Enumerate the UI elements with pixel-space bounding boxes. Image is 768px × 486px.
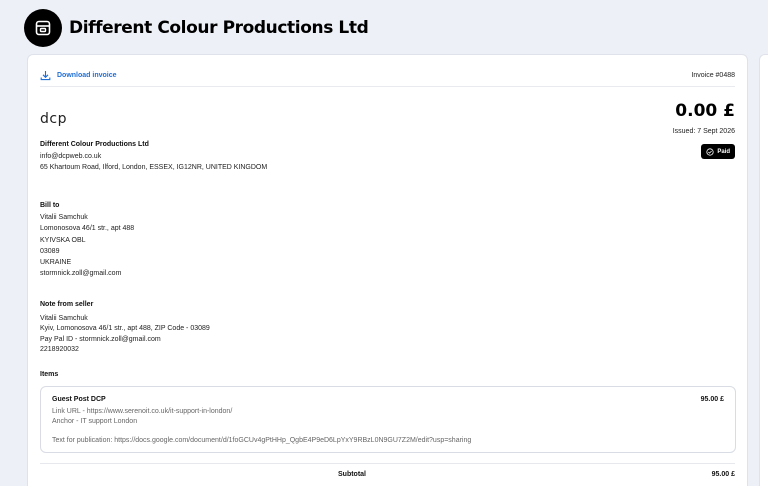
bill-to-line: UKRAINE [40,259,72,267]
bill-to-section: Bill to Vitalii Samchuk Lomonosova 46/1 … [40,200,134,279]
check-circle-icon [706,147,714,156]
list-item: Guest Post DCP 95.00 £ Link URL - https:… [40,386,736,453]
bill-to-title: Bill to [40,202,60,209]
download-invoice-label: Download invoice [57,72,117,79]
note-line: 2218920032 [40,345,79,353]
items-heading-wrap: Items [40,369,58,381]
status-badge: Paid [701,144,735,159]
bill-to-line: 03089 [40,247,60,255]
seller-logo: dcp [40,111,67,127]
store-logo[interactable] [24,9,62,47]
app-header: Different Colour Productions Ltd [24,9,369,47]
totals-divider [40,463,735,464]
note-line: Vitalii Samchuk [40,315,88,323]
invoice-toolbar: Download invoice Invoice #0488 [40,65,735,87]
items-title: Items [40,371,59,378]
bill-to-line: stormnick.zoll@gmail.com [40,270,122,278]
subtotal-value: 95.00 £ [711,471,735,478]
bill-to-line: KYIVSKA OBL [40,236,86,244]
seller-note-section: Note from seller Vitalii Samchuk Kyiv, L… [40,300,210,355]
storefront-icon [35,20,51,36]
seller-address: 65 Khartoum Road, Ilford, London, ESSEX,… [40,164,268,172]
status-label: Paid [717,148,730,155]
invoice-number: Invoice #0488 [691,72,735,79]
issued-date: Issued: 7 Sept 2026 [672,128,735,135]
seller-email: info@dcpweb.co.uk [40,153,102,161]
bill-to-line: Vitalii Samchuk [40,214,88,222]
invoice-card: Download invoice Invoice #0488 dcp 0.00 … [27,54,748,486]
note-line: Pay Pal ID - stormnick.zoll@gmail.com [40,335,161,343]
note-title: Note from seller [40,301,94,308]
download-icon [40,71,51,81]
bill-to-line: Lomonosova 46/1 str., apt 488 [40,225,135,233]
note-line: Kyiv, Lomonosova 46/1 str., apt 488, ZIP… [40,325,210,333]
seller-info: Different Colour Productions Ltd info@dc… [40,139,267,174]
invoice-amount: 0.00 £ [675,101,735,121]
subtotal-label: Subtotal [338,471,366,478]
side-panel [759,54,768,486]
item-price: 95.00 £ [700,396,724,403]
item-name: Guest Post DCP [52,396,106,403]
item-description: Link URL - https://www.serenoit.co.uk/it… [52,407,232,426]
seller-name: Different Colour Productions Ltd [40,141,149,148]
item-publication-text: Text for publication: https://docs.googl… [52,437,472,444]
item-link-url: Link URL - https://www.serenoit.co.uk/it… [52,408,233,415]
download-invoice-button[interactable]: Download invoice [40,70,117,81]
company-title: Different Colour Productions Ltd [69,18,369,38]
item-anchor: Anchor - IT support London [52,417,138,425]
